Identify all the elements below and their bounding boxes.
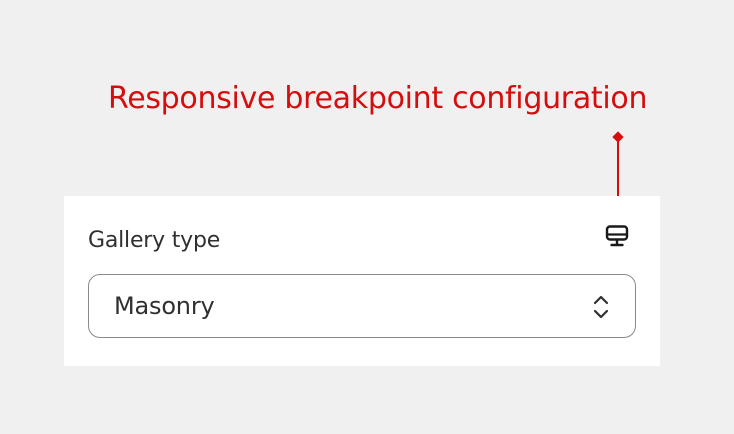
gallery-settings-panel: Gallery type Masonry	[64, 196, 660, 366]
select-up-down-chevron-icon	[593, 295, 609, 319]
annotation-label: Responsive breakpoint configuration	[108, 81, 648, 116]
gallery-type-select[interactable]: Masonry	[88, 274, 636, 338]
gallery-type-selected-value: Masonry	[114, 292, 215, 320]
responsive-breakpoint-button[interactable]	[602, 222, 632, 250]
desktop-monitor-icon	[605, 225, 629, 247]
gallery-type-label: Gallery type	[88, 228, 221, 253]
